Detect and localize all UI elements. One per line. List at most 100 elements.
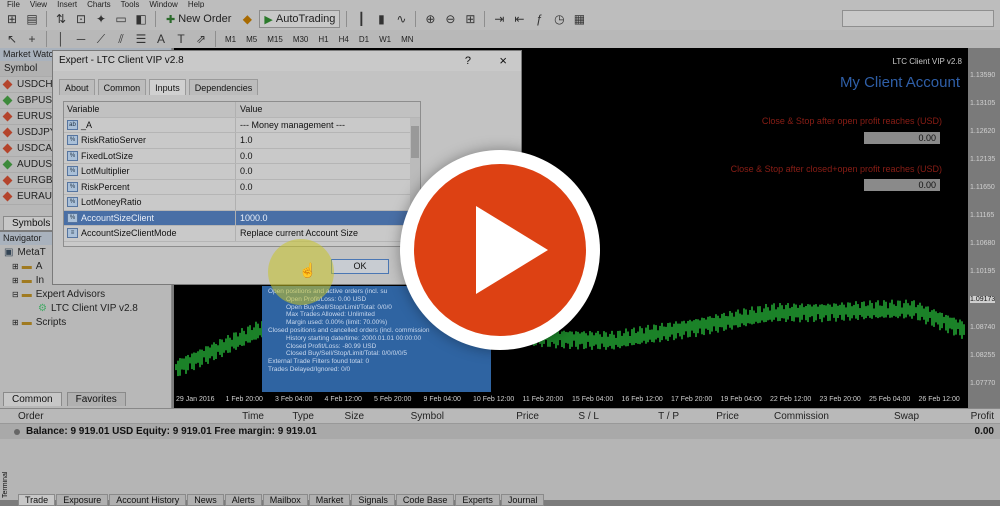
meta-editor-icon[interactable]: ◆ [239,11,255,27]
input-row[interactable]: % AccountSizeClient 1000.0 [64,210,420,226]
close-open-profit-value[interactable]: 0.00 [864,132,940,144]
input-value[interactable]: 1000.0 [236,213,420,223]
close-total-profit-value[interactable]: 0.00 [864,179,940,191]
profiles-icon[interactable]: ▤ [24,11,40,27]
tab-inputs[interactable]: Inputs [149,79,186,95]
zoom-in-icon[interactable]: ⊕ [422,11,438,27]
indicators-icon[interactable]: ƒ [531,11,547,27]
trade-column-header[interactable]: Order [0,411,200,422]
tab-common[interactable]: Common [97,79,147,95]
terminal-tab[interactable]: News [187,494,224,506]
crosshair-icon[interactable]: + [24,31,40,47]
menu-window[interactable]: Window [146,0,180,8]
input-row[interactable]: % FixedLotSize 0.0 [64,148,420,164]
input-value[interactable]: 0.0 [236,151,420,161]
trade-column-header[interactable]: Commission [745,411,835,422]
timeframe-m15[interactable]: M15 [264,35,286,44]
tab-favorites[interactable]: Favorites [66,392,126,406]
autotrading-button[interactable]: ▶ AutoTrading [259,10,341,28]
navigator-item-expert-advisors[interactable]: ⊟ ▬ Expert Advisors [0,287,171,301]
input-row[interactable]: % RiskPercent 0.0 [64,179,420,195]
menu-charts[interactable]: Charts [84,0,114,8]
trade-column-header[interactable]: S / L [545,411,605,422]
menu-insert[interactable]: Insert [54,0,80,8]
terminal-tab[interactable]: Account History [109,494,187,506]
input-value[interactable]: --- Money management --- [236,120,420,130]
navigator-icon[interactable]: ✦ [93,11,109,27]
label-tool-icon[interactable]: T [173,31,189,47]
column-variable[interactable]: Variable [64,102,236,117]
terminal-tab[interactable]: Experts [455,494,500,506]
timeframe-m1[interactable]: M1 [222,35,239,44]
trade-column-header[interactable]: Price [685,411,745,422]
terminal-tab[interactable]: Trade [18,494,56,506]
timeframe-h1[interactable]: H1 [315,35,331,44]
chart-shift-icon[interactable]: ⇤ [511,11,527,27]
tab-about[interactable]: About [59,79,95,95]
input-row[interactable]: % LotMoneyRatio [64,195,420,211]
input-row[interactable]: ≡ AccountSizeClientMode Replace current Ac… [64,226,420,242]
horizontal-line-icon[interactable]: ─ [73,31,89,47]
input-value[interactable]: 1.0 [236,135,420,145]
tile-windows-icon[interactable]: ⊞ [462,11,478,27]
terminal-tab[interactable]: Journal [500,494,545,506]
scrollbar-thumb[interactable] [411,126,419,158]
menu-tools[interactable]: Tools [118,0,143,8]
new-order-button[interactable]: ✚ New Order [162,10,236,28]
ok-button[interactable]: OK [331,259,389,274]
menu-view[interactable]: View [27,0,50,8]
fibonacci-icon[interactable]: ☰ [133,31,149,47]
terminal-tab[interactable]: Alerts [224,494,262,506]
trend-line-icon[interactable]: ⟋ [93,31,109,47]
input-row[interactable]: ab _A --- Money management --- [64,117,420,133]
input-value[interactable]: 0.0 [236,182,420,192]
channel-icon[interactable]: ⫽ [113,31,129,47]
trade-column-header[interactable]: Price [450,411,545,422]
trade-column-header[interactable]: T / P [605,411,685,422]
input-value[interactable]: 0.0 [236,166,420,176]
timeframe-w1[interactable]: W1 [376,35,394,44]
timeframe-m30[interactable]: M30 [290,35,312,44]
trade-column-header[interactable]: Time [200,411,270,422]
terminal-tab[interactable]: Market [308,494,351,506]
search-input[interactable] [842,10,994,27]
column-value[interactable]: Value [236,104,420,114]
new-chart-icon[interactable]: ⊞ [4,11,20,27]
cursor-icon[interactable]: ↖ [4,31,20,47]
navigator-item-ltc-client[interactable]: ⚙ LTC Client VIP v2.8 [0,301,171,315]
vertical-line-icon[interactable]: │ [53,31,69,47]
tester-icon[interactable]: ◧ [133,11,149,27]
trade-column-header[interactable]: Profit [925,411,1000,422]
terminal-icon[interactable]: ▭ [113,11,129,27]
timeframe-d1[interactable]: D1 [356,35,372,44]
terminal-tab[interactable]: Code Base [395,494,455,506]
terminal-tab[interactable]: Exposure [56,494,109,506]
bar-chart-icon[interactable]: ┃ [353,11,369,27]
close-icon[interactable]: × [499,51,507,71]
menu-file[interactable]: File [4,0,23,8]
terminal-tab[interactable]: Signals [351,494,395,506]
input-row[interactable]: % LotMultiplier 0.0 [64,164,420,180]
input-value[interactable]: Replace current Account Size [236,228,420,238]
video-play-button[interactable] [400,150,600,350]
navigator-item-scripts[interactable]: ⊞ ▬ Scripts [0,315,171,329]
tab-dependencies[interactable]: Dependencies [188,79,259,95]
zoom-out-icon[interactable]: ⊖ [442,11,458,27]
templates-icon[interactable]: ▦ [571,11,587,27]
input-row[interactable]: % RiskRatioServer 1.0 [64,133,420,149]
candlestick-icon[interactable]: ▮ [373,11,389,27]
timeframe-mn[interactable]: MN [398,35,416,44]
tab-symbols[interactable]: Symbols [3,216,60,230]
timeframe-h4[interactable]: H4 [336,35,352,44]
terminal-tab[interactable]: Mailbox [262,494,308,506]
menu-help[interactable]: Help [185,0,207,8]
arrows-icon[interactable]: ⇗ [193,31,209,47]
help-icon[interactable]: ? [465,51,471,71]
auto-scroll-icon[interactable]: ⇥ [491,11,507,27]
line-chart-icon[interactable]: ∿ [393,11,409,27]
data-window-icon[interactable]: ⊡ [73,11,89,27]
text-tool-icon[interactable]: A [153,31,169,47]
periods-icon[interactable]: ◷ [551,11,567,27]
timeframe-m5[interactable]: M5 [243,35,260,44]
market-watch-icon[interactable]: ⇅ [53,11,69,27]
